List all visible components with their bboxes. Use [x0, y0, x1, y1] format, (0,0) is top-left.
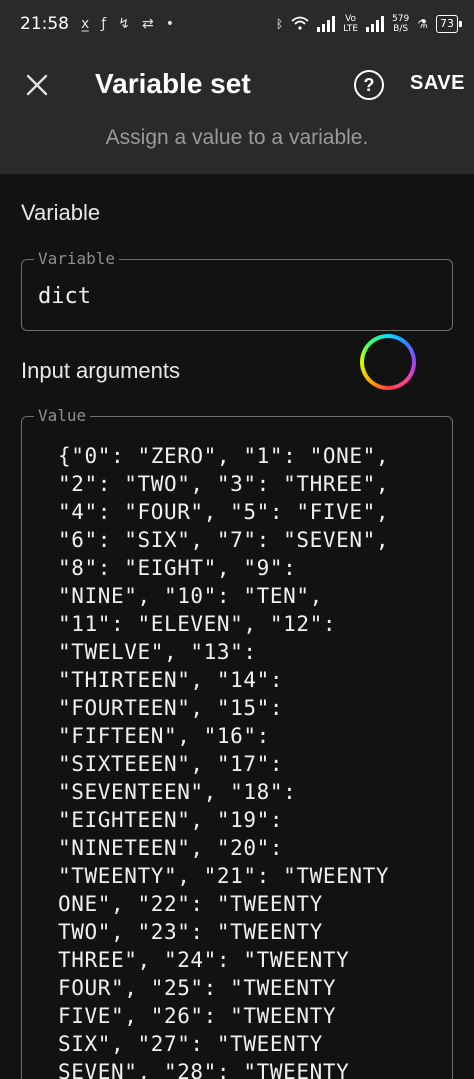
- input-arguments-heading: Input arguments: [21, 358, 180, 383]
- variable-field[interactable]: Variable dict: [21, 249, 453, 331]
- function-icon: ƒ: [101, 16, 107, 32]
- status-time: 21:58: [20, 14, 69, 34]
- variable-field-label: Variable: [34, 249, 120, 268]
- help-circle-icon: ?: [363, 74, 375, 95]
- color-wheel-icon[interactable]: [360, 334, 416, 390]
- page-title: Variable set: [95, 68, 251, 99]
- close-icon: [26, 74, 48, 96]
- value-field-label: Value: [34, 406, 91, 425]
- volte-label: Vo LTE: [343, 14, 359, 34]
- app-bar: Variable set ? SAVE Assign a value to a …: [0, 48, 474, 174]
- page-subtitle: Assign a value to a variable.: [105, 126, 369, 149]
- battery-indicator: 73: [436, 15, 462, 33]
- save-button[interactable]: SAVE: [410, 72, 465, 95]
- status-bar: 21:58 x̲ ƒ ↯ ⇄ • ᛒ Vo LTE 579 B/S ⚗ 73: [0, 0, 474, 48]
- dot-icon: •: [165, 16, 174, 32]
- variable-x-icon: x̲: [81, 16, 90, 32]
- close-button[interactable]: [18, 66, 56, 104]
- wifi-icon: [291, 16, 309, 33]
- bluetooth-icon: ᛒ: [275, 17, 284, 31]
- value-field[interactable]: Value {"0": "ZERO", "1": "ONE", "2": "TW…: [21, 406, 453, 1079]
- variable-heading: Variable: [21, 200, 101, 225]
- tasker-icon: ↯: [118, 16, 130, 32]
- flask-icon: ⚗: [417, 17, 428, 31]
- network-speed: 579 B/S: [392, 14, 410, 34]
- signal-icon-2: [366, 16, 385, 32]
- help-button[interactable]: ?: [354, 70, 384, 100]
- variable-field-value: dict: [38, 284, 91, 309]
- link-icon: ⇄: [141, 16, 154, 32]
- value-field-text: {"0": "ZERO", "1": "ONE", "2": "TWO", "3…: [58, 444, 390, 1079]
- signal-icon: [317, 16, 336, 32]
